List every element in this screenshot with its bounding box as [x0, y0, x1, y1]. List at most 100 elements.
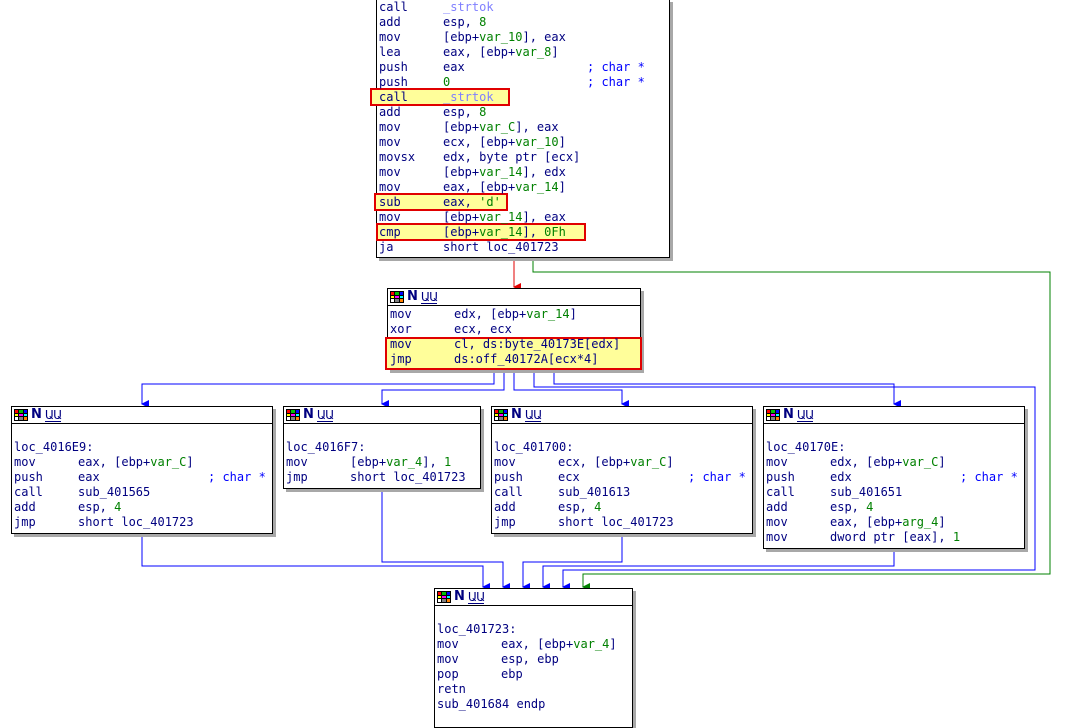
operands: eax, [ebp+var_14]	[443, 180, 566, 194]
instruction-line[interactable]: jmp short loc_401723	[14, 515, 272, 530]
instruction-line[interactable]: mov ecx, [ebp+var_10]	[379, 135, 669, 150]
mnemonic: lea	[379, 45, 401, 59]
instruction-line[interactable]: add esp, 8	[379, 105, 669, 120]
instruction-line[interactable]: mov [ebp+var_C], eax	[379, 120, 669, 135]
mnemonic: cmp	[379, 225, 401, 239]
instruction-line[interactable]: mov dword ptr [eax], 1	[766, 530, 1024, 545]
instruction-line[interactable]: mov eax, [ebp+var_14]	[379, 180, 669, 195]
mnemonic: mov	[437, 652, 459, 666]
mnemonic: push	[494, 470, 523, 484]
operands: eax, [ebp+var_C]	[78, 455, 194, 469]
instruction-line[interactable]: call _strtok	[379, 90, 669, 105]
operands: ecx, [ebp+var_C]	[558, 455, 674, 469]
node-case-a[interactable]: N ԱԱ loc_4016E9: mov eax, [ebp+var_C] push…	[11, 406, 273, 534]
mnemonic: call	[494, 485, 523, 499]
node-n-icon: N	[31, 407, 42, 422]
mnemonic: add	[494, 500, 516, 514]
operands: esp, 4	[78, 500, 122, 514]
instruction-line[interactable]: call _strtok	[379, 0, 669, 15]
instruction-line[interactable]: jmp short loc_401723	[286, 470, 480, 485]
node-n-icon: N	[303, 407, 314, 422]
mnemonic: mov	[14, 455, 36, 469]
instruction-line[interactable]: mov cl, ds:byte_40173E[edx]	[390, 337, 640, 352]
operands: short loc_401723	[78, 515, 194, 529]
instruction-line[interactable]: cmp [ebp+var_14], 0Fh	[379, 225, 669, 240]
instruction-line[interactable]: add esp, 4	[14, 500, 272, 515]
node-case-d-body: loc_40170E: mov edx, [ebp+var_C] push edx ; …	[764, 424, 1024, 545]
node-end[interactable]: N ԱԱ loc_401723: mov eax, [ebp+var_4] mov e…	[434, 588, 633, 728]
instruction-line[interactable]: mov [ebp+var_14], edx	[379, 165, 669, 180]
node-case-b[interactable]: N ԱԱ loc_4016F7: mov [ebp+var_4], 1 jmp sho…	[283, 406, 481, 489]
node-u-icon: ԱԱ	[44, 407, 62, 422]
operands: eax, [ebp+arg_4]	[830, 515, 946, 529]
instruction-line[interactable]: mov esp, ebp	[437, 652, 632, 667]
mnemonic: call	[379, 0, 408, 14]
instruction-line[interactable]: mov eax, [ebp+var_4]	[437, 637, 632, 652]
operands: [ebp+var_14], eax	[443, 210, 566, 224]
operands: esp, 4	[558, 500, 602, 514]
instruction-line[interactable]: mov edx, [ebp+var_C]	[766, 455, 1024, 470]
instruction-line[interactable]: add esp, 4	[766, 500, 1024, 515]
node-top[interactable]: call _strtok add esp, 8 mov [ebp+var_10], eax…	[370, 0, 670, 258]
instruction-line[interactable]: lea eax, [ebp+var_8]	[379, 45, 669, 60]
mnemonic: mov	[437, 637, 459, 651]
mnemonic: add	[14, 500, 36, 514]
node-switch[interactable]: N ԱԱ mov edx, [ebp+var_14] xor ecx, ecx mov c…	[385, 288, 642, 370]
graph-grid-icon	[494, 409, 508, 421]
instruction-line[interactable]: retn	[437, 682, 632, 697]
operands: _strtok	[443, 90, 494, 104]
mnemonic: mov	[286, 455, 308, 469]
mnemonic: mov	[494, 455, 516, 469]
mnemonic: mov	[390, 337, 412, 351]
instruction-line[interactable]: add esp, 4	[494, 500, 752, 515]
edge-case-a-to-end	[141, 534, 490, 591]
node-n-icon: N	[783, 407, 794, 422]
instruction-line[interactable]: jmp short loc_401723	[494, 515, 752, 530]
node-case-a-body: loc_4016E9: mov eax, [ebp+var_C] push eax ; …	[12, 424, 272, 530]
mnemonic: call	[379, 90, 408, 104]
instruction-line[interactable]: push eax ; char *	[379, 60, 669, 75]
instruction-line[interactable]: mov eax, [ebp+arg_4]	[766, 515, 1024, 530]
instruction-line[interactable]: add esp, 8	[379, 15, 669, 30]
mnemonic: xor	[390, 322, 412, 336]
instruction-line[interactable]: mov edx, [ebp+var_14]	[390, 307, 640, 322]
graph-grid-icon	[766, 409, 780, 421]
instruction-line[interactable]: call sub_401651	[766, 485, 1024, 500]
instruction-line[interactable]: call sub_401565	[14, 485, 272, 500]
node-u-icon: ԱԱ	[420, 289, 438, 304]
instruction-line[interactable]: sub_401684 endp	[437, 697, 632, 712]
instruction-line[interactable]: push eax ; char *	[14, 470, 272, 485]
instruction-line[interactable]: pop ebp	[437, 667, 632, 682]
operands: [ebp+var_4], 1	[350, 455, 452, 469]
instruction-line[interactable]: mov [ebp+var_10], eax	[379, 30, 669, 45]
instruction-line[interactable]: push edx ; char *	[766, 470, 1024, 485]
graph-grid-icon	[14, 409, 28, 421]
edge-case-b-to-end	[381, 489, 510, 591]
instruction-line[interactable]: jmp ds:off_40172A[ecx*4]	[390, 352, 640, 367]
instruction-line[interactable]: call sub_401613	[494, 485, 752, 500]
instruction-line[interactable]: movsx edx, byte ptr [ecx]	[379, 150, 669, 165]
instruction-line[interactable]: mov [ebp+var_4], 1	[286, 455, 480, 470]
instruction-line[interactable]: ja short loc_401723	[379, 240, 669, 255]
instruction-line[interactable]: xor ecx, ecx	[390, 322, 640, 337]
mnemonic: mov	[379, 135, 401, 149]
instruction-line[interactable]: push 0 ; char *	[379, 75, 669, 90]
operands: ds:off_40172A[ecx*4]	[454, 352, 599, 366]
instruction-line[interactable]: mov eax, [ebp+var_C]	[14, 455, 272, 470]
node-end-body: loc_401723: mov eax, [ebp+var_4] mov esp, e…	[435, 606, 632, 712]
mnemonic: pop	[437, 667, 459, 681]
mnemonic: add	[379, 15, 401, 29]
node-case-d[interactable]: N ԱԱ loc_40170E: mov edx, [ebp+var_C] push…	[763, 406, 1025, 549]
mnemonic: mov	[379, 165, 401, 179]
operands: [ebp+var_14], edx	[443, 165, 566, 179]
mnemonic: mov	[379, 180, 401, 194]
instruction-line[interactable]: sub eax, 'd'	[379, 195, 669, 210]
node-case-c[interactable]: N ԱԱ loc_401700: mov ecx, [ebp+var_C] push…	[491, 406, 753, 534]
mnemonic: jmp	[14, 515, 36, 529]
block-label: loc_4016E9:	[14, 440, 94, 454]
block-label: loc_401723:	[437, 622, 517, 636]
instruction-line[interactable]: mov ecx, [ebp+var_C]	[494, 455, 752, 470]
instruction-line[interactable]: mov [ebp+var_14], eax	[379, 210, 669, 225]
comment: ; char *	[960, 470, 1018, 484]
instruction-line[interactable]: push ecx ; char *	[494, 470, 752, 485]
